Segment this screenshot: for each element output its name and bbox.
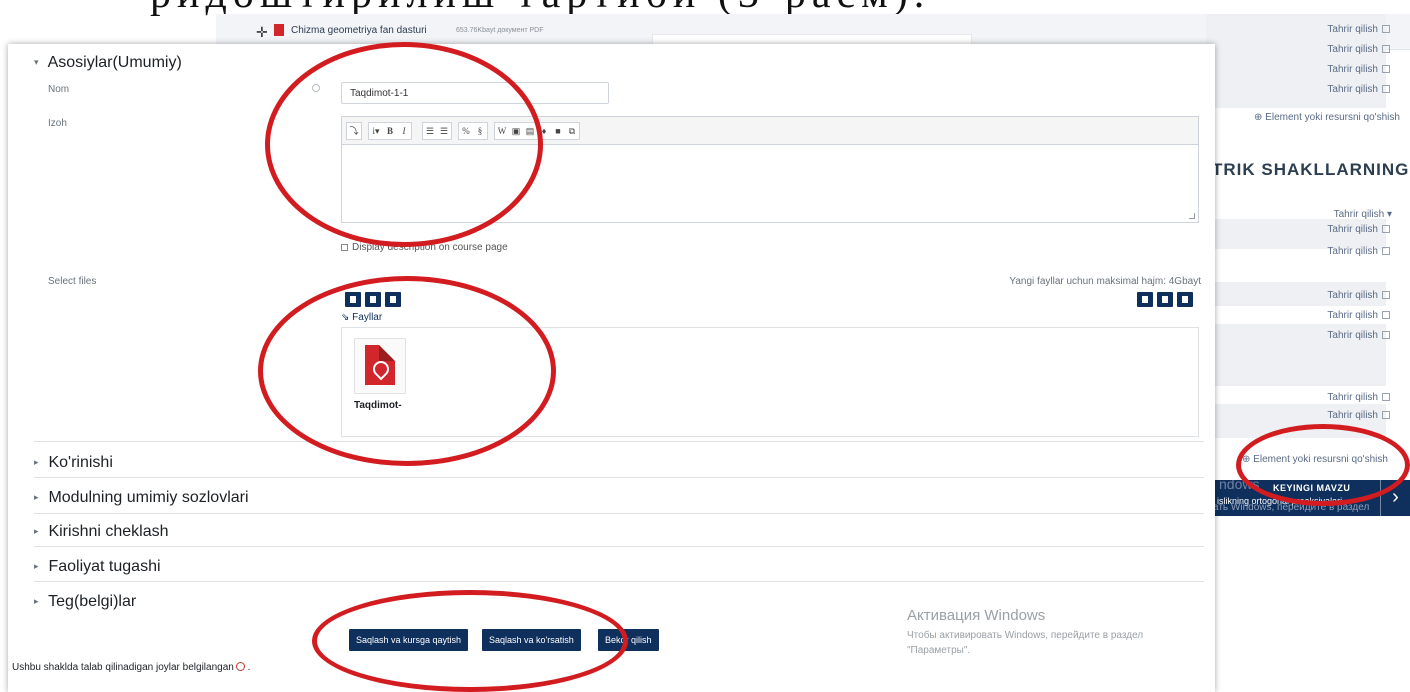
chevron-right-icon: ▸ <box>34 526 39 536</box>
course-file-title[interactable]: Chizma geometriya fan dasturi <box>291 25 427 36</box>
required-note: Ushbu shaklda talab qilinadigan joylar b… <box>12 662 251 673</box>
edit-menu[interactable]: Tahrir qilish <box>1327 84 1390 95</box>
section-divider <box>34 513 1204 514</box>
max-size-text: Yangi fayllar uchun maksimal hajm: 4Gbay… <box>1009 276 1201 287</box>
checkbox-icon[interactable] <box>1382 85 1390 93</box>
chevron-right-icon: ▸ <box>34 561 39 571</box>
move-icon[interactable]: ✛ <box>256 24 268 41</box>
annotation-circle <box>1236 424 1410 506</box>
annotation-circle <box>312 590 628 692</box>
add-resource-link[interactable]: ⊕ Element yoki resursni qo'shish <box>1254 112 1400 123</box>
edit-menu[interactable]: Tahrir qilish <box>1327 410 1390 421</box>
checkbox-icon[interactable] <box>1382 311 1390 319</box>
required-icon <box>235 662 245 671</box>
edit-menu[interactable]: Tahrir qilish <box>1327 310 1390 321</box>
checkbox-icon[interactable] <box>1382 411 1390 419</box>
section-divider <box>34 581 1204 582</box>
checkbox-icon[interactable] <box>1382 393 1390 401</box>
chevron-down-icon: ▾ <box>34 57 39 67</box>
chevron-right-icon: ▸ <box>34 596 39 606</box>
chevron-right-icon: ▸ <box>34 457 39 467</box>
edit-menu[interactable]: Tahrir qilish <box>1327 330 1390 341</box>
section-appearance[interactable]: ▸ Ko'rinishi <box>34 454 113 472</box>
folder-view-icon[interactable] <box>1177 292 1193 307</box>
checkbox-icon[interactable] <box>1382 225 1390 233</box>
add-file-form: ▾ Asosiylar(Umumiy) Nom Izoh ⤵ i▾BI ☰☰ %… <box>8 44 1215 692</box>
description-label: Izoh <box>48 118 67 129</box>
activation-line1: Чтобы активировать Windows, перейдите в … <box>907 630 1144 641</box>
edit-menu[interactable]: Tahrir qilish <box>1327 24 1390 35</box>
name-label: Nom <box>48 84 70 95</box>
section-common-settings[interactable]: ▸ Modulning umimiy sozlovlari <box>34 489 249 507</box>
checkbox-icon[interactable] <box>341 244 348 251</box>
resize-handle-icon[interactable] <box>1189 213 1195 219</box>
section-restrict-access[interactable]: ▸ Kirishni cheklash <box>34 523 169 541</box>
copy-icon[interactable]: ⧉ <box>565 123 579 139</box>
windows-activation-watermark: Активация Windows Чтобы активировать Win… <box>907 607 1143 658</box>
grid-view-icon[interactable] <box>1137 292 1153 307</box>
checkbox-icon[interactable] <box>1382 25 1390 33</box>
pdf-icon <box>274 24 284 36</box>
course-file-meta: 653.76Kbayt документ PDF <box>456 27 544 34</box>
list-view-icon[interactable] <box>1157 292 1173 307</box>
chevron-right-icon: ▸ <box>34 492 39 502</box>
course-right-column: Tahrir qilish Tahrir qilish Tahrir qilis… <box>1206 14 1410 654</box>
checkbox-icon[interactable] <box>1382 247 1390 255</box>
section-divider <box>34 546 1204 547</box>
edit-menu[interactable]: Tahrir qilish <box>1327 64 1390 75</box>
edit-menu[interactable]: Tahrir qilish <box>1327 224 1390 235</box>
edit-menu[interactable]: Tahrir qilish <box>1327 44 1390 55</box>
select-files-label: Select files <box>48 276 97 287</box>
edit-menu[interactable]: Tahrir qilish <box>1327 392 1390 403</box>
section-general[interactable]: ▾ Asosiylar(Umumiy) <box>34 54 182 72</box>
edit-menu[interactable]: Tahrir qilish <box>1327 246 1390 257</box>
annotation-circle <box>265 42 543 247</box>
checkbox-icon[interactable] <box>1382 331 1390 339</box>
checkbox-icon[interactable] <box>1382 65 1390 73</box>
annotation-circle <box>258 276 556 466</box>
section-tags[interactable]: ▸ Teg(belgi)lar <box>34 593 136 611</box>
checkbox-icon[interactable] <box>1382 45 1390 53</box>
edit-menu[interactable]: Tahrir qilish <box>1327 290 1390 301</box>
checkbox-icon[interactable] <box>1382 291 1390 299</box>
activation-title: Активация Windows <box>907 607 1046 624</box>
activation-line2: "Параметры". <box>907 645 971 656</box>
section-divider <box>34 477 1204 478</box>
section-title: TRIK SHAKLLARNING <box>1212 160 1410 179</box>
section-divider <box>34 441 1204 442</box>
section-activity-completion[interactable]: ▸ Faoliyat tugashi <box>34 558 161 576</box>
video-icon[interactable]: ■ <box>551 123 565 139</box>
